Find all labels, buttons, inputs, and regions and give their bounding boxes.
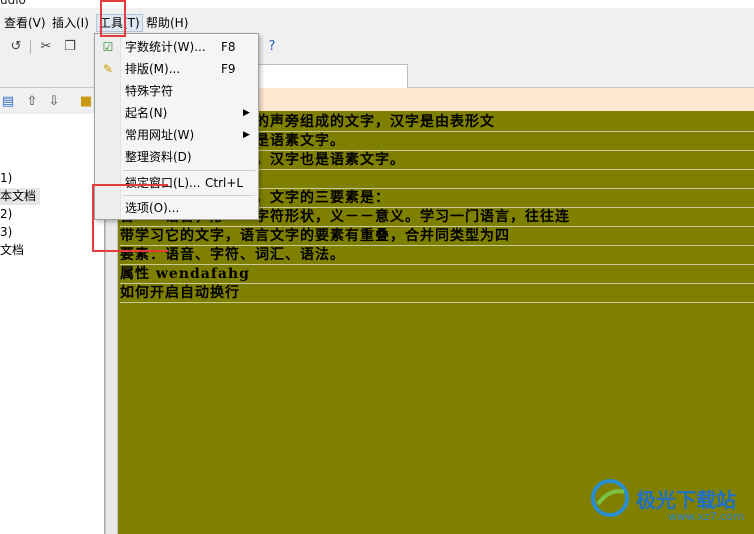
highlight-box-options [92, 184, 168, 252]
highlight-box-tools [100, 0, 126, 37]
redo-icon[interactable]: ↺ [8, 39, 24, 55]
watermark-url: www.xz7.com [668, 510, 744, 523]
side-toolbar: ▤ ⇧ ⇩ ■ [0, 90, 105, 114]
tree-item[interactable]: 1) [0, 170, 12, 187]
menu-item-word-count[interactable]: ☑ 字数统计(W)... F8 [95, 36, 258, 58]
menu-item-format[interactable]: ✎ 排版(M)... F9 [95, 58, 258, 80]
help-icon[interactable]: ? [264, 39, 280, 55]
cut-icon[interactable]: ✂ [38, 39, 54, 55]
highlight-box-top [92, 184, 168, 186]
tree-item[interactable]: 文档 [0, 242, 24, 259]
menu-help[interactable]: 帮助(H) [144, 14, 190, 32]
menu-view[interactable]: 查看(V) [2, 14, 48, 32]
copy-icon[interactable]: ❐ [62, 39, 78, 55]
move-up-icon[interactable]: ⇧ [24, 94, 40, 110]
tree-doc-icon[interactable]: ▤ [0, 94, 16, 110]
editor-line: 如何开启自动换行 [120, 284, 754, 303]
lock-icon[interactable]: ■ [78, 94, 94, 110]
side-tabstrip [0, 60, 105, 88]
watermark-text: 极光下载站 [636, 488, 736, 512]
editor-line: 带学习它的文字，语言文字的要素有重叠，合并同类型为四 [120, 227, 754, 246]
editor-line: 要素：语音、字符、词汇、语法。 [120, 246, 754, 265]
tree-item-selected[interactable]: 本文档 [0, 188, 40, 205]
move-down-icon[interactable]: ⇩ [46, 94, 62, 110]
editor-line: 属性 wendafahg [120, 265, 754, 284]
menu-item-common-urls[interactable]: 常用网址(W) ▶ [95, 124, 258, 146]
submenu-arrow-icon: ▶ [243, 130, 250, 140]
tree-item[interactable]: 3) [0, 224, 12, 241]
toolbar-separator [30, 40, 31, 54]
watermark-logo-icon [591, 479, 629, 517]
menu-item-special-chars[interactable]: 特殊字符 [95, 80, 258, 102]
editor-tab[interactable] [258, 64, 408, 88]
menu-separator [123, 170, 255, 171]
menu-item-naming[interactable]: 起名(N) ▶ [95, 102, 258, 124]
window-title: udio [0, 0, 26, 7]
document-tree: 1) 本文档 2) 3) 文档 [0, 114, 105, 534]
menu-insert[interactable]: 插入(I) [50, 14, 91, 32]
checkmark-doc-icon: ☑ [102, 40, 114, 54]
menu-item-organize[interactable]: 整理资料(D) [95, 146, 258, 168]
tree-item[interactable]: 2) [0, 206, 12, 223]
format-icon: ✎ [102, 62, 114, 76]
submenu-arrow-icon: ▶ [243, 108, 250, 118]
